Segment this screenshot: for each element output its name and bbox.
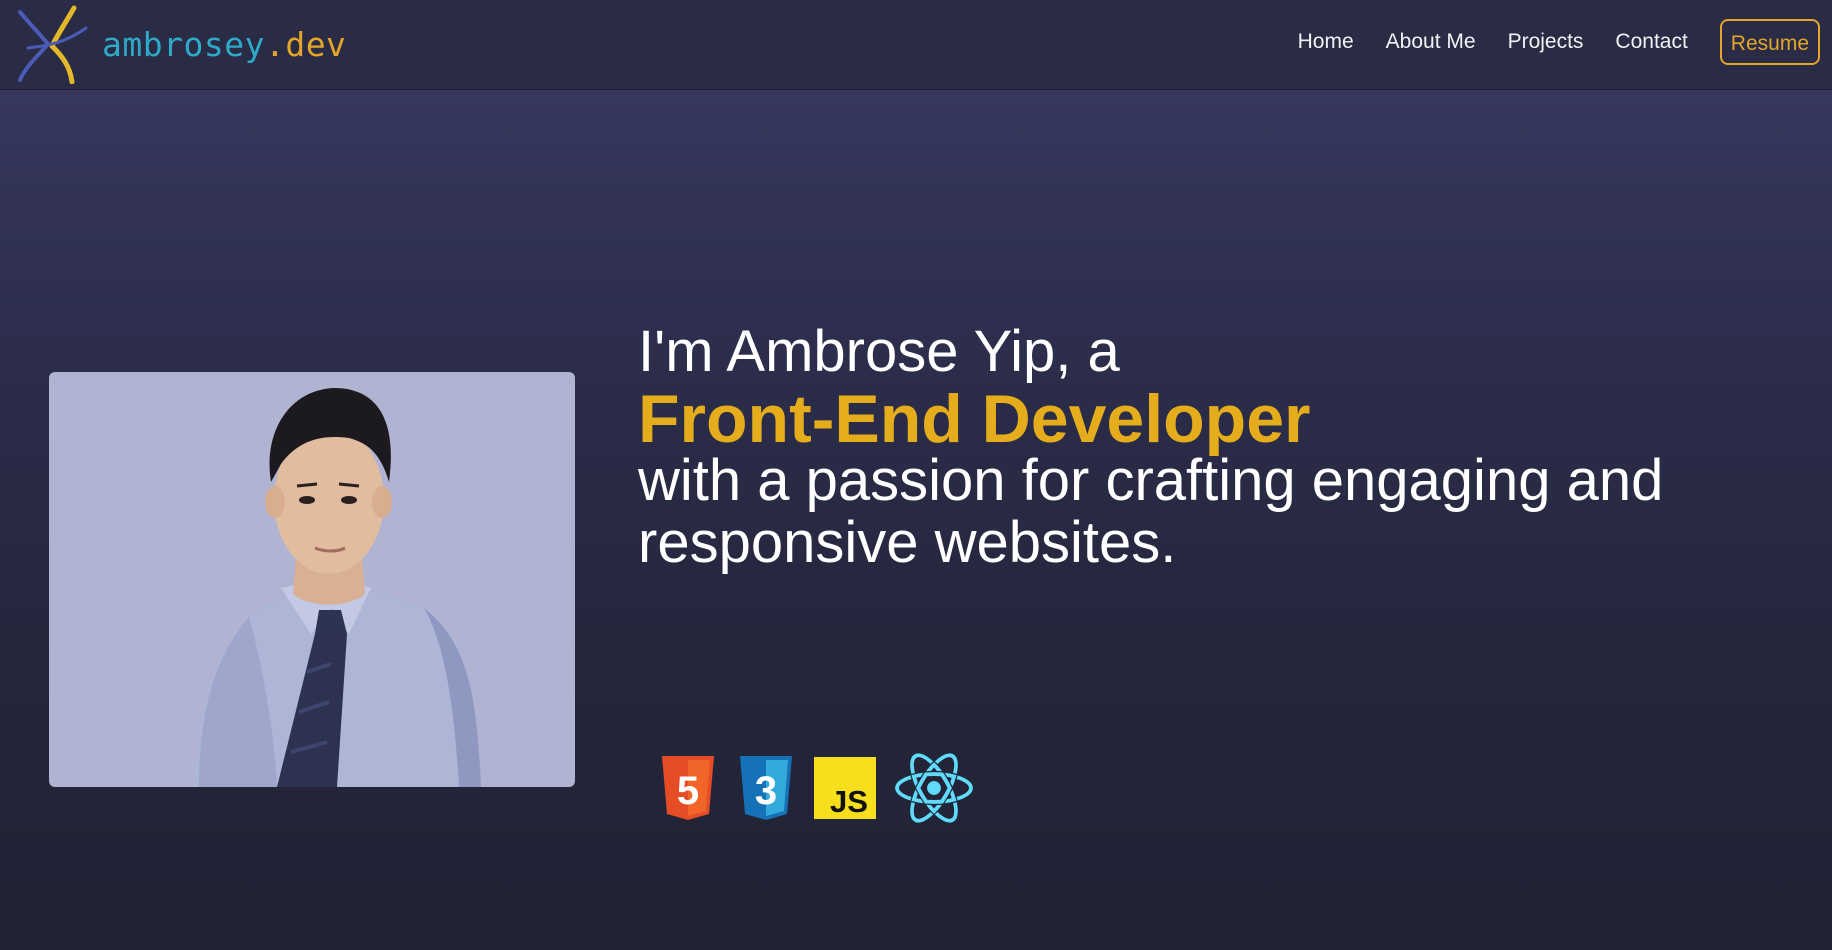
nav-link-about-me[interactable]: About Me — [1386, 30, 1476, 54]
hero-tagline: with a passion for crafting engaging and… — [638, 448, 1664, 575]
ay-monogram-logo-icon — [18, 5, 88, 84]
hero-intro: I'm Ambrose Yip, a — [638, 319, 1120, 384]
nav-link-home[interactable]: Home — [1298, 30, 1354, 54]
person-portrait-icon — [194, 388, 481, 787]
html5-icon-label: 5 — [677, 769, 699, 813]
navbar: ambrosey.dev Home About Me Projects Cont… — [0, 0, 1832, 90]
css3-icon: 3 — [740, 756, 792, 820]
resume-button[interactable]: Resume — [1719, 19, 1820, 65]
javascript-icon-label: JS — [830, 784, 868, 819]
tech-stack: 5 3 JS — [658, 752, 992, 824]
css3-icon-label: 3 — [755, 769, 777, 813]
hero-role: Front-End Developer — [638, 381, 1311, 457]
nav-link-projects[interactable]: Projects — [1508, 30, 1584, 54]
nav-links: Home About Me Projects Contact Resume — [1298, 0, 1832, 84]
nav-link-contact[interactable]: Contact — [1615, 30, 1687, 54]
html5-icon: 5 — [662, 756, 714, 820]
brand-name: ambrosey — [102, 24, 265, 64]
brand-tld: .dev — [264, 24, 347, 64]
hero-text: I'm Ambrose Yip, a Front-End Developer w… — [638, 318, 1788, 574]
react-icon — [894, 752, 974, 824]
page: ambrosey.dev Home About Me Projects Cont… — [0, 0, 1832, 950]
brand[interactable]: ambrosey.dev — [14, 4, 346, 84]
brand-text: ambrosey.dev — [102, 28, 346, 61]
javascript-icon: JS — [814, 757, 876, 819]
profile-photo — [49, 372, 575, 787]
